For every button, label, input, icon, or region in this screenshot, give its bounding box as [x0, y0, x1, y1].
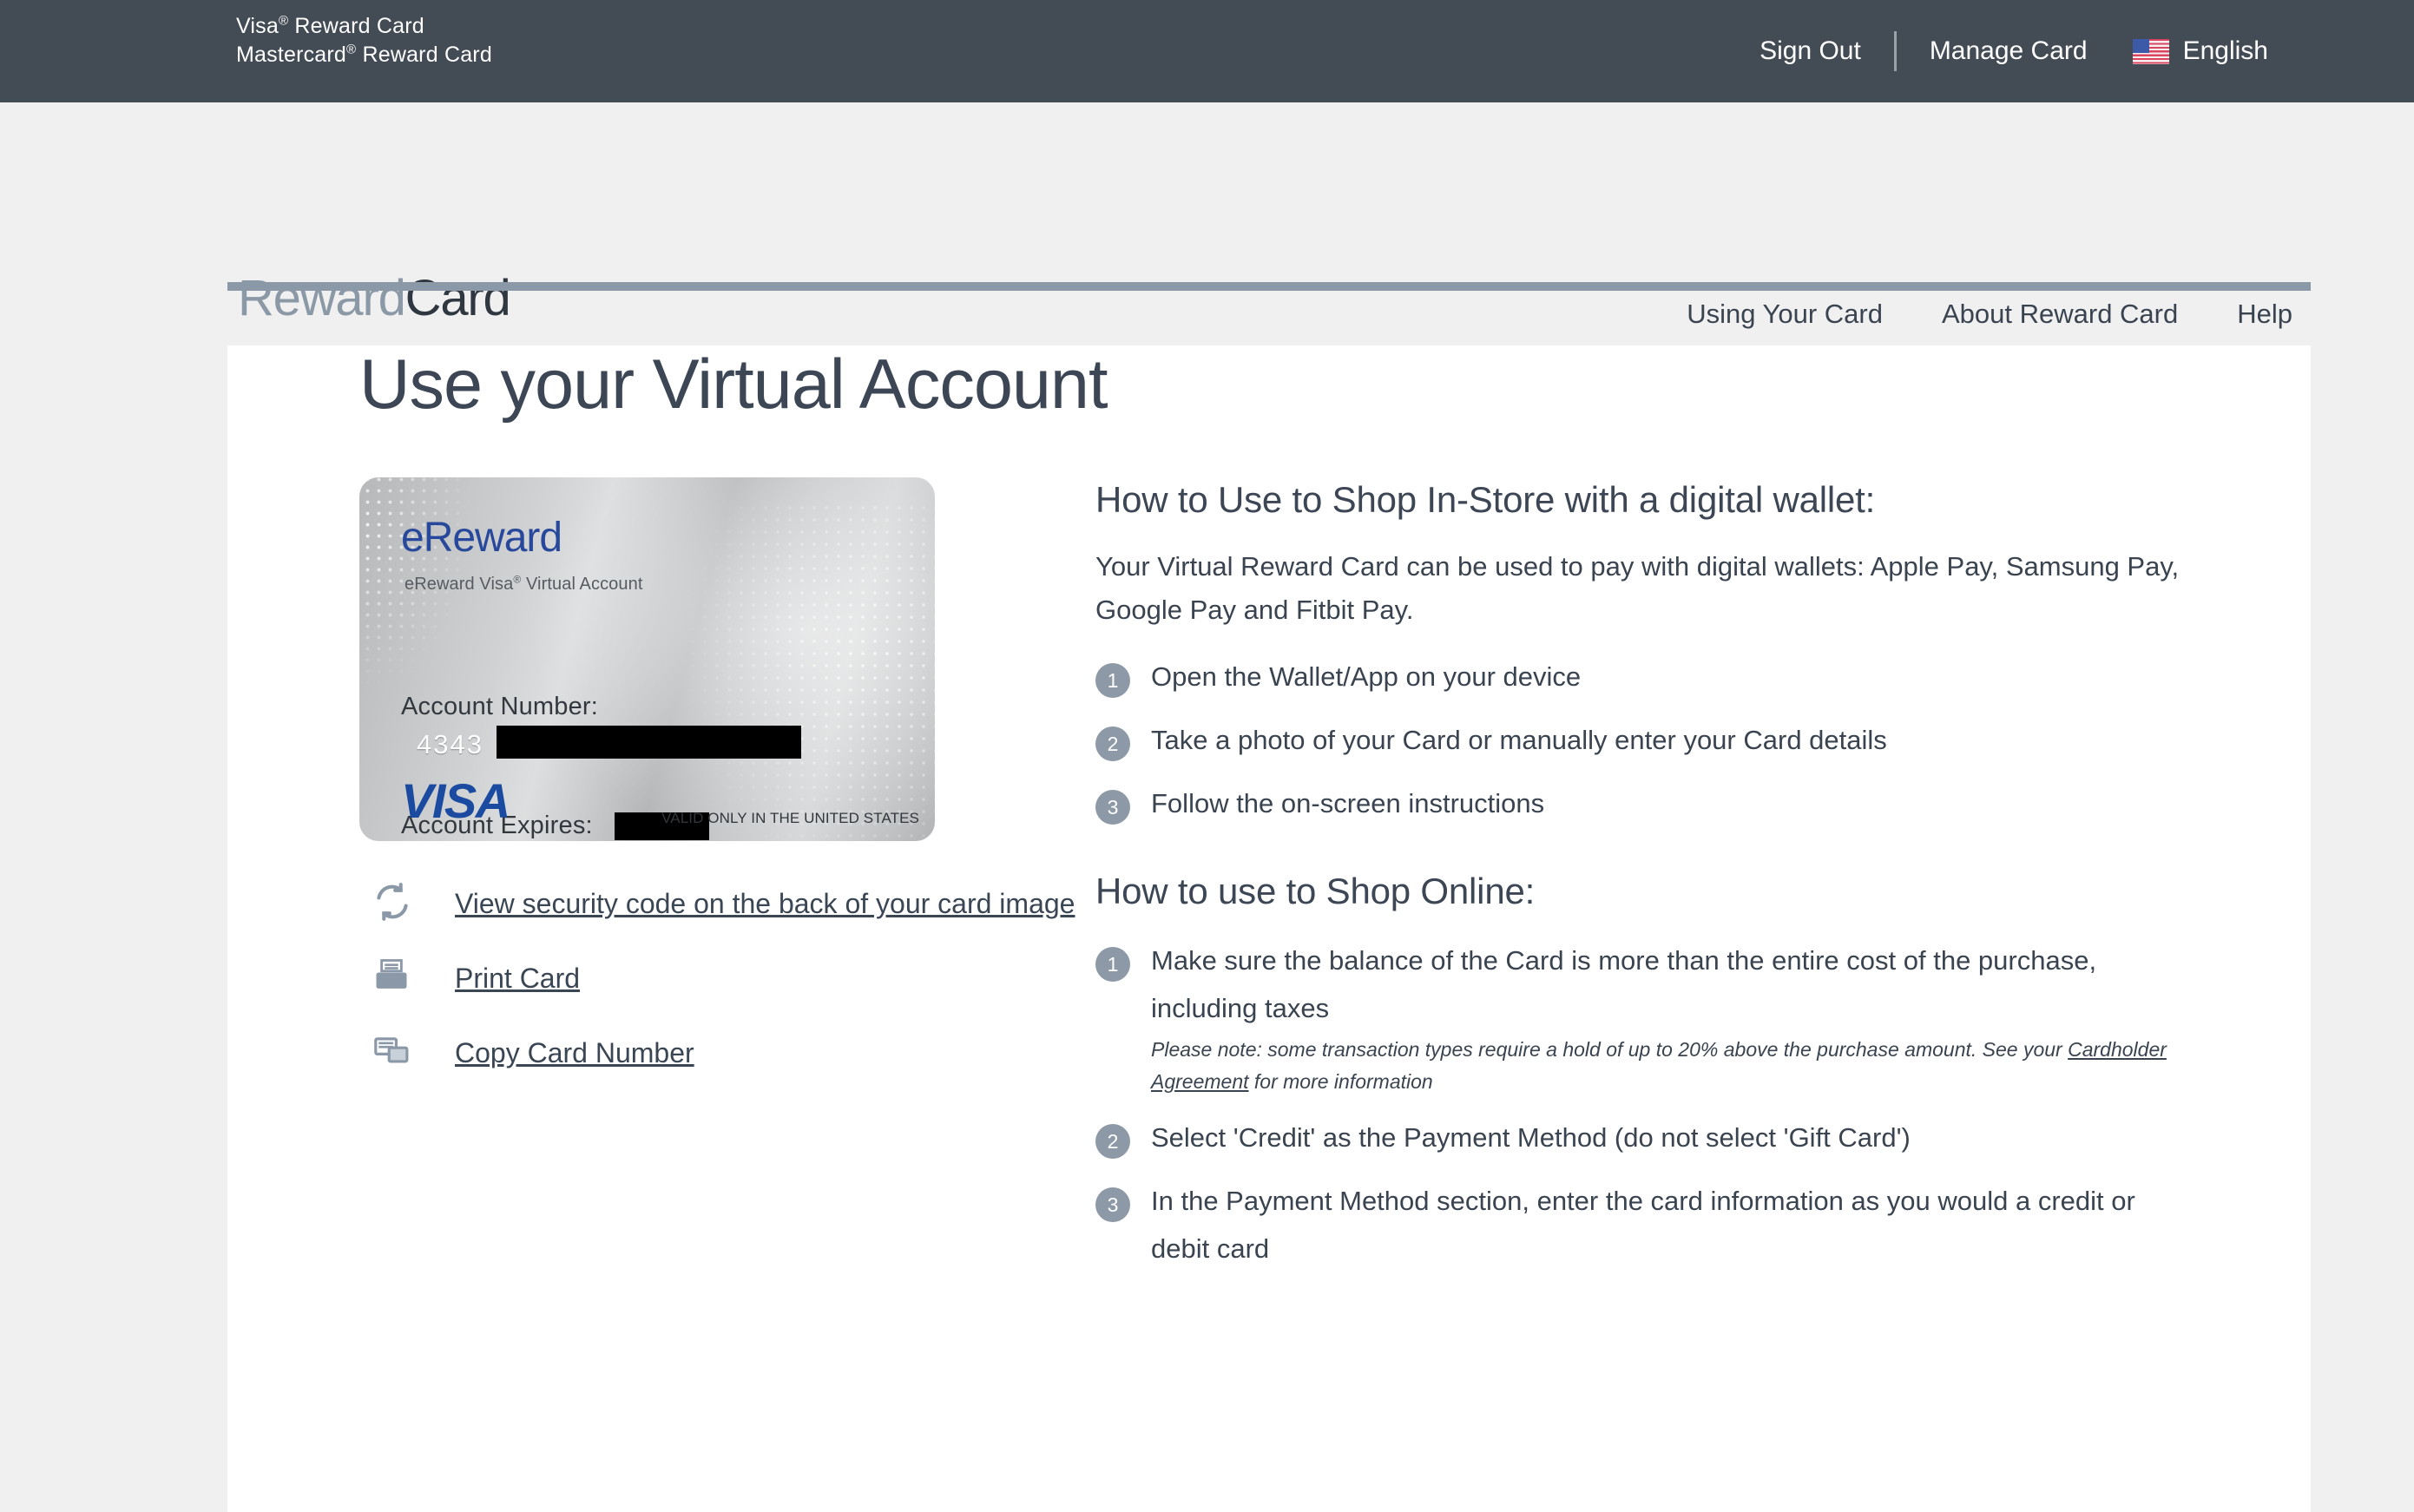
- card-subtitle: eReward Visa® Virtual Account: [405, 575, 643, 595]
- step-text: Make sure the balance of the Card is mor…: [1151, 937, 2198, 1032]
- online-section-heading: How to use to Shop Online:: [1095, 869, 2198, 914]
- step-text: In the Payment Method section, enter the…: [1151, 1177, 2198, 1272]
- step-text: Follow the on-screen instructions: [1151, 779, 1544, 827]
- flip-card-icon: [373, 879, 424, 921]
- registered-mark: ®: [513, 573, 521, 585]
- step-body: Take a photo of your Card or manually en…: [1151, 716, 1887, 764]
- card-column: eReward eReward Visa® Virtual Account Ac…: [227, 477, 1095, 1103]
- instore-step-1: 1 Open the Wallet/App on your device: [1095, 653, 2198, 700]
- action-print-card[interactable]: Print Card: [359, 954, 1095, 1003]
- site-header: RewardCard Using Your Card About Reward …: [0, 102, 2414, 282]
- registered-mark: ®: [346, 43, 356, 57]
- card-account-number-value: 4343: [417, 729, 483, 760]
- online-step-2: 2 Select 'Credit' as the Payment Method …: [1095, 1114, 2198, 1161]
- note-text-before-link: Please note: some transaction types requ…: [1151, 1038, 2068, 1061]
- panel-accent-bar: [227, 282, 2311, 291]
- brand-text: Visa® Reward Card Mastercard® Reward Car…: [236, 12, 492, 69]
- printer-icon: [373, 954, 424, 994]
- card-validity-text: VALID ONLY IN THE UNITED STATES: [661, 810, 919, 827]
- step-body: Open the Wallet/App on your device: [1151, 653, 1581, 700]
- step-number-badge: 1: [1095, 663, 1130, 698]
- action-view-security-code[interactable]: View security code on the back of your c…: [359, 879, 1095, 928]
- step-number-badge: 1: [1095, 947, 1130, 982]
- card-account-number-label: Account Number:: [401, 693, 598, 721]
- step-text: Take a photo of your Card or manually en…: [1151, 716, 1887, 764]
- utility-bar: Visa® Reward Card Mastercard® Reward Car…: [0, 0, 2414, 102]
- step-number-badge: 2: [1095, 726, 1130, 761]
- instore-intro-paragraph: Your Virtual Reward Card can be used to …: [1095, 545, 2198, 632]
- sign-out-link[interactable]: Sign Out: [1760, 36, 1861, 66]
- brand-mastercard-suffix: Reward Card: [356, 43, 492, 67]
- step-text: Select 'Credit' as the Payment Method (d…: [1151, 1114, 1911, 1161]
- note-text-after-link: for more information: [1249, 1070, 1433, 1093]
- step-body: In the Payment Method section, enter the…: [1151, 1177, 2198, 1272]
- card-dot-pattern-right: [662, 502, 935, 841]
- step-body: Follow the on-screen instructions: [1151, 779, 1544, 827]
- language-label: English: [2183, 36, 2268, 66]
- step-note: Please note: some transaction types requ…: [1151, 1034, 2198, 1098]
- language-selector[interactable]: English: [2133, 36, 2268, 66]
- brand-line-visa: Visa® Reward Card: [236, 12, 492, 41]
- vertical-divider: [1894, 31, 1897, 71]
- virtual-card-image[interactable]: eReward eReward Visa® Virtual Account Ac…: [359, 477, 935, 841]
- step-text: Open the Wallet/App on your device: [1151, 653, 1581, 700]
- card-subtitle-pre: eReward Visa: [405, 575, 513, 594]
- brand-line-mastercard: Mastercard® Reward Card: [236, 41, 492, 69]
- copy-card-number-link[interactable]: Copy Card Number: [455, 1029, 694, 1077]
- redaction-bar-account-number: [497, 726, 801, 759]
- manage-card-link[interactable]: Manage Card: [1930, 36, 2088, 66]
- instore-step-3: 3 Follow the on-screen instructions: [1095, 779, 2198, 827]
- online-step-3: 3 In the Payment Method section, enter t…: [1095, 1177, 2198, 1272]
- online-step-1: 1 Make sure the balance of the Card is m…: [1095, 937, 2198, 1098]
- brand-mastercard-word: Mastercard: [236, 43, 346, 67]
- card-action-links: View security code on the back of your c…: [359, 879, 1095, 1077]
- instore-section-heading: How to Use to Shop In-Store with a digit…: [1095, 477, 2198, 523]
- step-number-badge: 3: [1095, 1187, 1130, 1222]
- view-security-code-link[interactable]: View security code on the back of your c…: [455, 879, 1075, 928]
- brand-visa-suffix: Reward Card: [288, 14, 424, 38]
- card-subtitle-post: Virtual Account: [521, 575, 642, 594]
- brand-visa-word: Visa: [236, 14, 279, 38]
- step-number-badge: 3: [1095, 790, 1130, 825]
- step-body: Make sure the balance of the Card is mor…: [1151, 937, 2198, 1098]
- registered-mark: ®: [279, 14, 288, 29]
- us-flag-icon: [2133, 39, 2169, 64]
- instore-step-2: 2 Take a photo of your Card or manually …: [1095, 716, 2198, 764]
- two-column-layout: eReward eReward Visa® Virtual Account Ac…: [227, 477, 2311, 1288]
- utility-links: Sign Out Manage Card English: [1760, 0, 2268, 102]
- action-copy-card-number[interactable]: Copy Card Number: [359, 1029, 1095, 1077]
- step-number-badge: 2: [1095, 1124, 1130, 1159]
- visa-logo: VISA: [401, 777, 510, 825]
- page-title: Use your Virtual Account: [359, 345, 2311, 424]
- copy-icon: [373, 1029, 424, 1068]
- print-card-link[interactable]: Print Card: [455, 954, 580, 1003]
- content-panel: Use your Virtual Account eReward eReward…: [227, 345, 2311, 1512]
- content-panel-wrapper: Use your Virtual Account eReward eReward…: [227, 282, 2311, 1457]
- card-brand-name: eReward: [401, 517, 562, 559]
- instructions-column: How to Use to Shop In-Store with a digit…: [1095, 477, 2311, 1288]
- step-body: Select 'Credit' as the Payment Method (d…: [1151, 1114, 1911, 1161]
